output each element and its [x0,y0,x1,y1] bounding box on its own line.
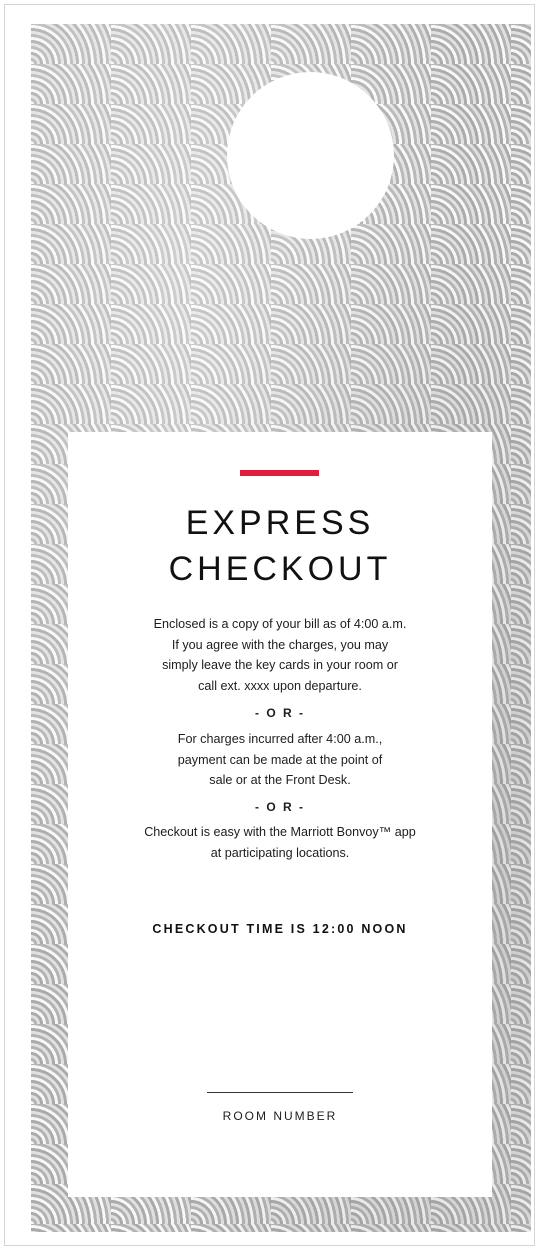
paragraph-app-checkout: Checkout is easy with the Marriott Bonvo… [88,822,472,863]
paragraph-line: at participating locations. [210,845,350,860]
content-panel: EXPRESS CHECKOUT Enclosed is a copy of y… [68,432,492,1197]
paragraph-line: call ext. xxxx upon departure. [198,678,362,693]
room-number-write-line [207,1092,353,1093]
paragraph-line: Enclosed is a copy of your bill as of 4:… [153,617,407,631]
paragraph-line: If you agree with the charges, you may [171,637,389,652]
paragraph-late-charges: For charges incurred after 4:00 a.m., pa… [88,729,472,791]
paragraph-line: simply leave the key cards in your room … [162,658,398,672]
paragraph-line: sale or at the Front Desk. [209,773,351,787]
door-hanger-hole [227,72,394,239]
checkout-time-notice: CHECKOUT TIME IS 12:00 NOON [152,922,408,936]
red-accent-bar [240,470,319,476]
title-line-1: EXPRESS [185,504,375,542]
title-line-2: CHECKOUT [168,550,392,588]
or-separator-1: - O R - [255,706,305,720]
paragraph-line: For charges incurred after 4:00 a.m., [177,732,383,746]
paragraph-line: payment can be made at the point of [177,752,383,767]
or-separator-2: - O R - [255,800,305,814]
room-number-label: ROOM NUMBER [222,1109,338,1123]
paragraph-bill-copy: Enclosed is a copy of your bill as of 4:… [88,614,472,696]
paragraph-line: Checkout is easy with the Marriott Bonvo… [144,825,416,839]
